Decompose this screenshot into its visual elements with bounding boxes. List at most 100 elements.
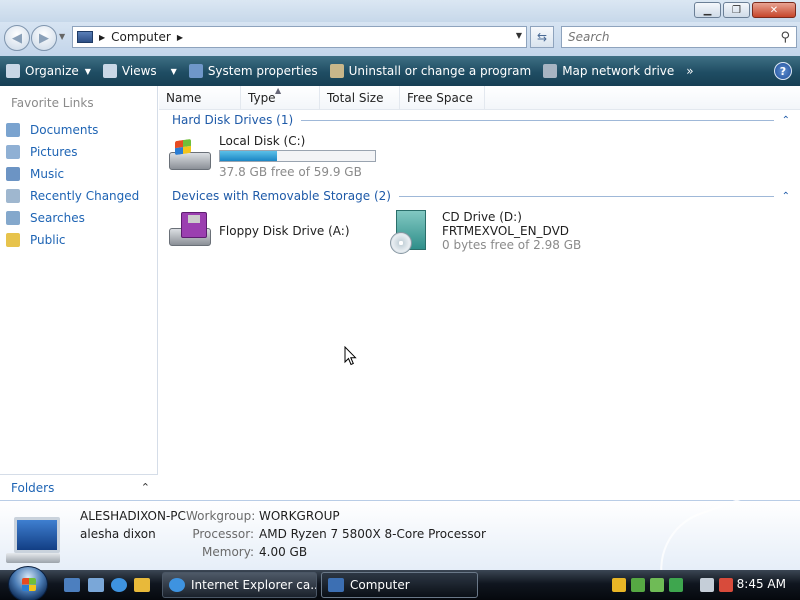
search-box[interactable]: ⚲ [561, 26, 797, 48]
forward-arrow-icon: ▶ [39, 30, 49, 46]
help-icon: ? [779, 64, 787, 78]
address-bar[interactable]: ▶ Computer ▶ ▼ [72, 26, 527, 48]
favorite-links-header: Favorite Links [11, 96, 94, 110]
chevron-up-icon: ⌃ [140, 481, 150, 494]
network-icon[interactable] [669, 578, 683, 592]
favorite-link-documents[interactable]: Documents [6, 119, 139, 141]
breadcrumb-arrow-icon[interactable]: ▶ [99, 33, 105, 42]
property-labels: Workgroup: Processor: Memory: [186, 509, 256, 563]
column-header-type[interactable]: ▲ Type [241, 86, 320, 110]
help-button[interactable]: ? [774, 62, 792, 80]
drive-local-disk-c[interactable]: Local Disk (C:) 37.8 GB free of 59.9 GB [167, 134, 376, 179]
drive-name: CD Drive (D:) [442, 210, 522, 224]
pictures-icon [6, 145, 20, 159]
search-input[interactable] [568, 30, 768, 44]
drive-cd-d[interactable]: CD Drive (D:) FRTMEXVOL_EN_DVD 0 bytes f… [390, 210, 581, 254]
favorite-link-label: Pictures [30, 145, 78, 159]
taskbar-button-internet-explorer[interactable]: Internet Explorer ca... [162, 572, 317, 598]
drive-free-space: 0 bytes free of 2.98 GB [442, 238, 582, 252]
chevron-up-icon: ⌃ [781, 190, 790, 202]
memory-label: Memory: [202, 545, 254, 559]
title-bar: ▁ ❐ ✕ [0, 0, 800, 22]
folders-toggle[interactable]: Folders ⌃ [0, 474, 158, 500]
column-header-total-size[interactable]: Total Size [320, 86, 400, 110]
mouse-cursor-icon [344, 346, 357, 366]
views-icon [102, 64, 117, 78]
switch-windows-icon[interactable] [88, 578, 104, 592]
map-network-drive-button[interactable]: Map network drive [537, 56, 680, 86]
memory-value: 4.00 GB [259, 545, 308, 559]
group-header-hard-disk-drives[interactable]: Hard Disk Drives (1) ⌃ [172, 111, 790, 129]
network-status-icon[interactable] [700, 578, 714, 592]
column-header-name[interactable]: Name [159, 86, 241, 110]
maximize-button[interactable]: ❐ [723, 2, 750, 18]
music-icon [6, 167, 20, 181]
group-header-removable-storage[interactable]: Devices with Removable Storage (2) ⌃ [172, 187, 790, 205]
update-icon[interactable] [650, 578, 664, 592]
forward-button[interactable]: ▶ [31, 25, 57, 51]
recent-pages-dropdown[interactable]: ▼ [59, 32, 65, 41]
capacity-bar [219, 150, 376, 162]
column-header-type-label: Type [248, 91, 276, 105]
windows-logo-icon [175, 138, 191, 156]
user-name: alesha dixon [80, 527, 156, 541]
group-title: Devices with Removable Storage (2) [172, 189, 391, 203]
public-folder-icon [6, 233, 20, 247]
views-button[interactable]: Views ▼ [97, 56, 183, 86]
system-properties-button[interactable]: System properties [183, 56, 324, 86]
internet-explorer-icon[interactable] [111, 578, 127, 592]
floppy-drive-icon [167, 210, 213, 254]
programs-icon [329, 64, 344, 78]
keyboard-base-icon [6, 553, 60, 563]
drive-name: Local Disk (C:) [219, 134, 306, 148]
toolbar-overflow-button[interactable]: » [680, 56, 699, 86]
clock[interactable]: 8:45 AM [737, 577, 786, 591]
network-drive-icon [543, 64, 558, 78]
breadcrumb-computer[interactable]: Computer [111, 30, 171, 44]
windows-defender-icon[interactable] [631, 578, 645, 592]
drive-volume-label: FRTMEXVOL_EN_DVD [442, 224, 570, 238]
refresh-icon: ⇆ [536, 30, 548, 44]
taskbar-button-computer[interactable]: Computer [321, 572, 478, 598]
computer-icon [77, 31, 93, 43]
address-dropdown-icon[interactable]: ▼ [516, 31, 522, 40]
computer-icon [328, 578, 344, 592]
column-header-free-space[interactable]: Free Space [400, 86, 485, 110]
favorite-link-label: Documents [30, 123, 99, 137]
searches-icon [6, 211, 20, 225]
breadcrumb-arrow-icon[interactable]: ▶ [177, 33, 183, 42]
favorite-link-public[interactable]: Public [6, 229, 139, 251]
show-desktop-icon[interactable] [64, 578, 80, 592]
workgroup-label: Workgroup: [186, 509, 256, 523]
organize-button[interactable]: Organize ▼ [0, 56, 97, 86]
recently-changed-icon [6, 189, 20, 203]
favorite-link-label: Searches [30, 211, 85, 225]
group-divider [301, 119, 774, 121]
start-button[interactable] [8, 566, 48, 600]
close-button[interactable]: ✕ [752, 2, 796, 18]
folders-label: Folders [11, 480, 55, 495]
minimize-button[interactable]: ▁ [694, 2, 721, 18]
favorite-link-recently-changed[interactable]: Recently Changed [6, 185, 139, 207]
search-icon[interactable]: ⚲ [780, 30, 790, 45]
drive-info: CD Drive (D:) FRTMEXVOL_EN_DVD 0 bytes f… [442, 210, 581, 254]
volume-muted-icon[interactable] [719, 578, 733, 592]
uninstall-program-button[interactable]: Uninstall or change a program [324, 56, 538, 86]
favorite-link-searches[interactable]: Searches [6, 207, 139, 229]
favorite-link-music[interactable]: Music [6, 163, 139, 185]
taskbar: Internet Explorer ca... Computer 8:45 AM [0, 566, 800, 600]
column-headers: Name ▲ Type Total Size Free Space [159, 86, 800, 110]
drive-free-space: 37.8 GB free of 59.9 GB [219, 165, 362, 179]
favorite-links-list: Documents Pictures Music Recently Change… [6, 119, 139, 251]
group-divider [398, 195, 774, 197]
security-shield-icon[interactable] [612, 578, 626, 592]
system-properties-icon [188, 64, 203, 78]
details-pane: ALESHADIXON-PC alesha dixon Workgroup: P… [0, 492, 800, 590]
media-player-icon[interactable] [134, 578, 150, 592]
refresh-button[interactable]: ⇆ [530, 26, 554, 48]
window-controls: ▁ ❐ ✕ [694, 2, 796, 18]
back-button[interactable]: ◀ [4, 25, 30, 51]
drive-floppy-a[interactable]: Floppy Disk Drive (A:) [167, 210, 350, 254]
favorite-link-pictures[interactable]: Pictures [6, 141, 139, 163]
drive-name: Floppy Disk Drive (A:) [219, 224, 350, 238]
